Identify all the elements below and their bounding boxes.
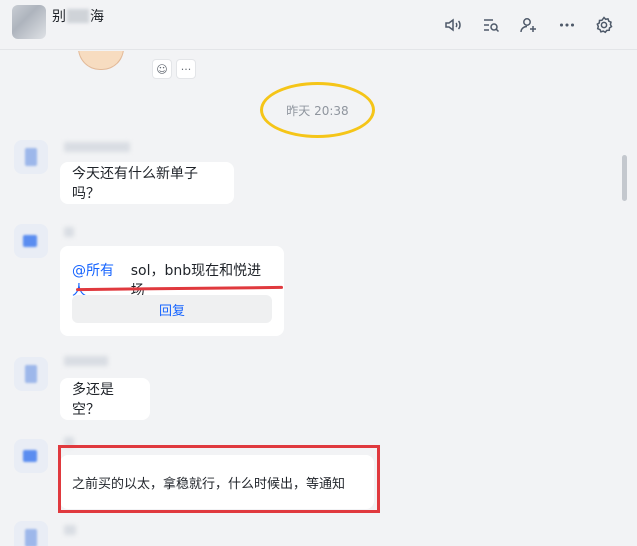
timestamp-text: 昨天 20:38 xyxy=(286,103,349,118)
message-text: 多还是空？ xyxy=(72,382,114,418)
sender-avatar[interactable] xyxy=(14,140,48,174)
chat-title-end: 海 xyxy=(90,9,104,25)
red-box-annotation xyxy=(58,445,380,513)
message-list[interactable]: ☺ ··· 昨天 20:38 今天还有什么新单子吗？ @所有人 sol，bnb现… xyxy=(0,51,637,546)
message-text: sol，bnb现在和悦进场 xyxy=(130,263,262,299)
sender-name-redacted xyxy=(64,142,130,152)
group-avatar[interactable] xyxy=(12,5,46,39)
sender-avatar[interactable] xyxy=(14,439,48,473)
sender-name-redacted xyxy=(64,227,74,237)
mention-all[interactable]: @所有人 xyxy=(72,260,127,300)
sender-name-redacted xyxy=(64,525,76,535)
message-bubble[interactable]: 多还是空？ xyxy=(60,378,150,420)
timestamp-highlight: 昨天 20:38 xyxy=(260,82,375,138)
message-more-icon[interactable]: ··· xyxy=(176,59,196,79)
sender-avatar[interactable] xyxy=(14,224,48,258)
sender-avatar[interactable] xyxy=(14,521,48,546)
chat-header: 别海 xyxy=(0,0,637,50)
sticker-image[interactable] xyxy=(78,51,124,70)
reaction-icon[interactable]: ☺ xyxy=(152,59,172,79)
message-bubble[interactable]: 今天还有什么新单子吗？ xyxy=(60,162,234,204)
more-icon[interactable] xyxy=(555,13,579,37)
chat-title[interactable]: 别海 xyxy=(52,6,104,26)
speaker-icon[interactable] xyxy=(441,13,465,37)
redacted-name xyxy=(67,9,89,23)
settings-icon[interactable] xyxy=(592,13,616,37)
sender-name-redacted xyxy=(64,356,108,366)
message-text: 今天还有什么新单子吗？ xyxy=(72,166,198,202)
add-member-icon[interactable] xyxy=(516,13,540,37)
scrollbar[interactable] xyxy=(622,155,627,201)
chat-title-start: 别 xyxy=(52,9,66,25)
search-chat-icon[interactable] xyxy=(479,13,503,37)
sender-avatar[interactable] xyxy=(14,357,48,391)
reply-button[interactable]: 回复 xyxy=(72,295,272,323)
